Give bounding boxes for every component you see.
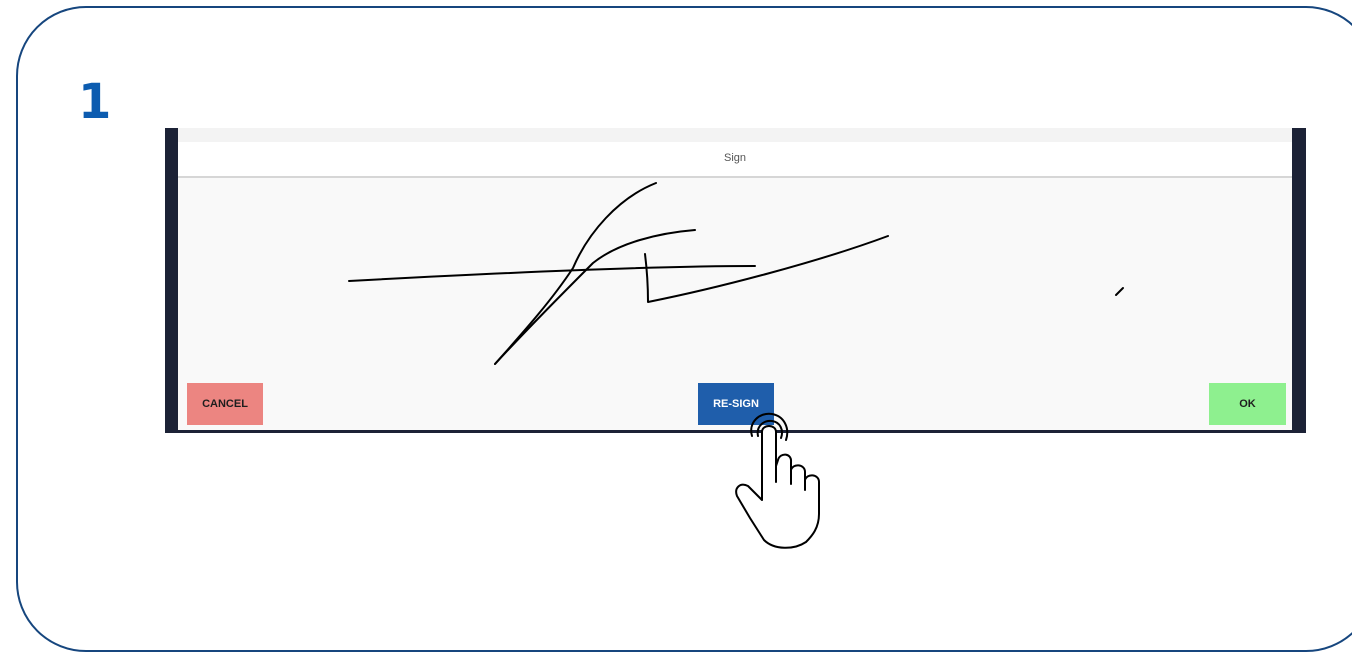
step-number: 1 [78, 74, 112, 130]
signature-strokes [348, 182, 1124, 365]
signature-pad[interactable] [178, 178, 1292, 383]
cancel-button[interactable]: CANCEL [187, 383, 263, 425]
signature-stroke [1115, 287, 1124, 296]
signature-stroke [348, 265, 756, 282]
dialog-header: Sign [178, 142, 1292, 178]
ok-button[interactable]: OK [1209, 383, 1286, 425]
status-strip [178, 128, 1292, 142]
signature-dialog: Sign CANCEL RE-SIGN OK [178, 128, 1292, 430]
tap-hand-icon [735, 412, 820, 549]
signature-stroke [494, 229, 696, 365]
dialog-title: Sign [723, 152, 747, 164]
signature-stroke [644, 235, 889, 303]
device-screenshot: Sign CANCEL RE-SIGN OK [165, 128, 1306, 433]
